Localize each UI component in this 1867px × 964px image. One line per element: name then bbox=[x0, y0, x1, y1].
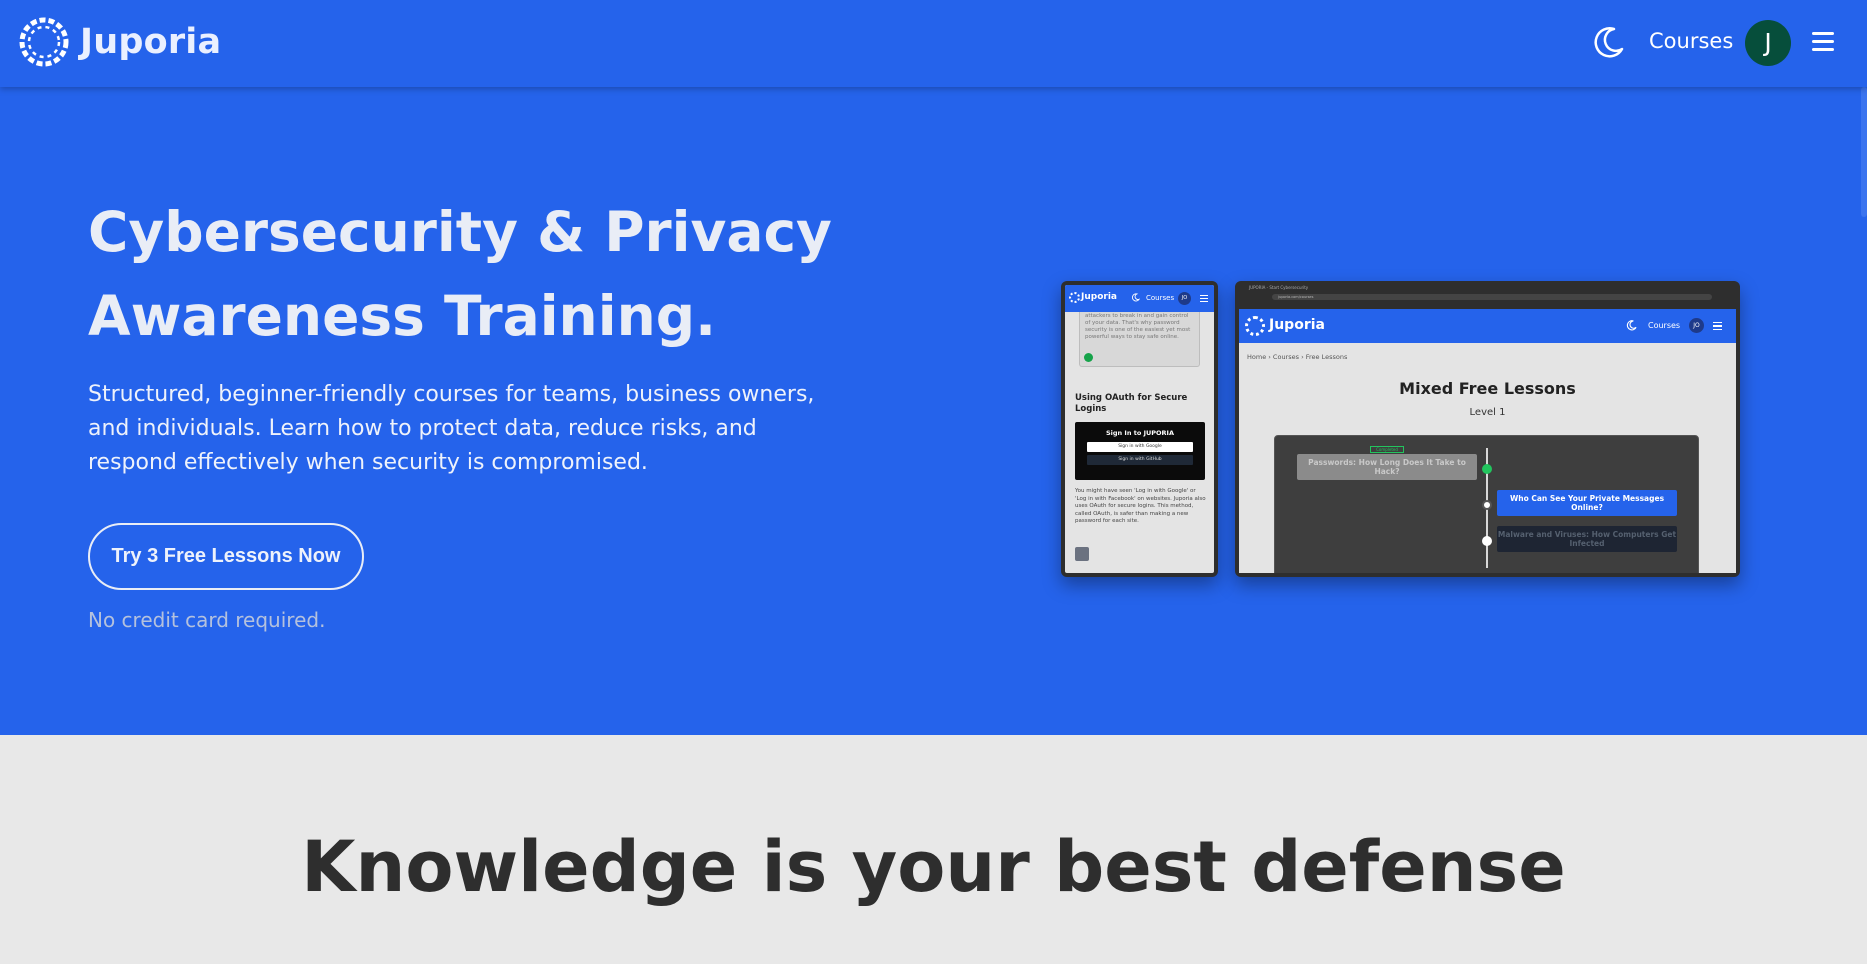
laptop-menu-icon bbox=[1713, 322, 1722, 332]
hero-title: Cybersecurity & Privacy Awareness Traini… bbox=[88, 190, 868, 358]
laptop-brand: Juporia bbox=[1269, 317, 1325, 333]
laptop-address-bar: juporia.com/courses bbox=[1239, 292, 1736, 302]
phone-courses: Courses bbox=[1146, 294, 1175, 302]
phone-chevron-icon bbox=[1075, 547, 1089, 561]
laptop-title: Mixed Free Lessons bbox=[1399, 379, 1576, 398]
phone-heading: Using OAuth for Secure Logins bbox=[1075, 393, 1188, 414]
phone-menu-icon bbox=[1200, 295, 1208, 304]
try-free-lessons-button[interactable]: Try 3 Free Lessons Now bbox=[88, 523, 364, 590]
laptop-mockup-image: JUPORIA - Start Cybersecurity juporia.co… bbox=[1235, 281, 1740, 577]
hamburger-menu-icon[interactable] bbox=[1812, 32, 1834, 52]
phone-signin-github: Sign in with GitHub bbox=[1087, 455, 1193, 465]
laptop-tab: JUPORIA - Start Cybersecurity bbox=[1249, 285, 1309, 290]
laptop-lesson-1: Passwords: How Long Does It Take to Hack… bbox=[1297, 454, 1477, 480]
laptop-moon-icon bbox=[1626, 320, 1637, 331]
hero-title-line2: Awareness Training. bbox=[88, 284, 716, 348]
laptop-logo-icon bbox=[1245, 316, 1265, 336]
section-title: Knowledge is your best defense bbox=[301, 826, 1566, 908]
laptop-avatar: JO bbox=[1689, 318, 1704, 333]
hero-title-line1: Cybersecurity & Privacy bbox=[88, 200, 832, 264]
avatar[interactable]: J bbox=[1745, 20, 1791, 66]
laptop-path-dot-complete bbox=[1482, 464, 1492, 474]
laptop-lesson-path: Passwords: How Long Does It Take to Hack… bbox=[1274, 435, 1699, 573]
phone-mockup-image: Juporia Courses JO attackers to break in… bbox=[1061, 281, 1218, 577]
hero-subtitle: Structured, beginner-friendly courses fo… bbox=[88, 382, 815, 475]
laptop-completed-tag: Completed bbox=[1370, 446, 1404, 453]
laptop-path-dot-current bbox=[1482, 500, 1492, 510]
laptop-navbar: Juporia Courses JO bbox=[1239, 309, 1736, 343]
brand-name[interactable]: Juporia bbox=[80, 22, 221, 62]
phone-check-icon bbox=[1084, 353, 1093, 362]
scrollbar[interactable] bbox=[1861, 87, 1867, 217]
phone-lesson-card: attackers to break in and gain control o… bbox=[1079, 312, 1200, 367]
phone-moon-icon bbox=[1131, 293, 1140, 302]
laptop-breadcrumb: Home › Courses › Free Lessons bbox=[1247, 353, 1348, 361]
phone-paragraph: You might have seen 'Log in with Google'… bbox=[1075, 488, 1206, 524]
moon-icon[interactable] bbox=[1592, 25, 1626, 59]
phone-brand: Juporia bbox=[1081, 292, 1117, 302]
phone-signin-google: Sign in with Google bbox=[1087, 442, 1193, 452]
phone-avatar: JO bbox=[1178, 292, 1191, 305]
laptop-lesson-2: Who Can See Your Private Messages Online… bbox=[1497, 490, 1677, 516]
laptop-url: juporia.com/courses bbox=[1272, 294, 1712, 300]
phone-signin-box: Sign In to JUPORIA Sign in with Google S… bbox=[1075, 422, 1205, 480]
phone-card-text: attackers to break in and gain control o… bbox=[1085, 313, 1191, 340]
phone-signin-title: Sign In to JUPORIA bbox=[1105, 429, 1175, 437]
nav-courses-link[interactable]: Courses bbox=[1649, 29, 1733, 53]
laptop-courses: Courses bbox=[1648, 321, 1681, 330]
no-credit-card-note: No credit card required. bbox=[88, 608, 326, 632]
logo-icon[interactable] bbox=[16, 14, 72, 70]
phone-logo-icon bbox=[1069, 292, 1080, 303]
laptop-path-dot-locked bbox=[1482, 536, 1492, 546]
laptop-level: Level 1 bbox=[1469, 407, 1506, 418]
top-navbar: Juporia Courses J bbox=[0, 0, 1867, 87]
laptop-lesson-3: Malware and Viruses: How Computers Get I… bbox=[1497, 526, 1677, 552]
phone-navbar: Juporia Courses JO bbox=[1065, 285, 1214, 312]
